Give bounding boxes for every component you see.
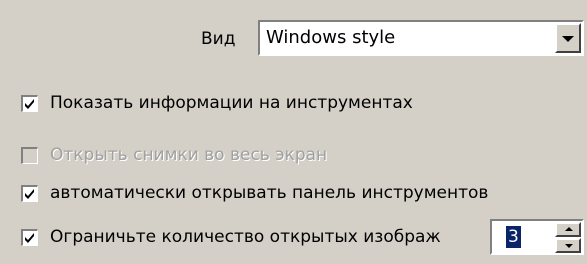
checkmark-icon [25, 98, 34, 109]
checkmark-icon [25, 188, 34, 199]
image-limit-value[interactable]: 3 [506, 226, 521, 248]
option-show-tool-info[interactable]: Показать информации на инструментах [21, 92, 413, 114]
checkmark-icon [25, 232, 34, 243]
arrow-up-icon [565, 227, 573, 231]
option-label: Ограничьте количество открытых изображ [50, 227, 441, 247]
checkbox-open-fullscreen [21, 146, 38, 164]
view-style-select[interactable]: Windows style [258, 20, 584, 56]
view-style-value: Windows style [266, 27, 396, 48]
option-label: Показать информации на инструментах [50, 93, 413, 113]
option-limit-open-images[interactable]: Ограничьте количество открытых изображ [21, 226, 441, 248]
view-label: Вид [201, 29, 236, 49]
spin-up-button[interactable] [555, 222, 581, 237]
image-limit-spinner[interactable]: 3 [490, 219, 584, 255]
option-label: автоматически открывать панель инструмен… [50, 183, 489, 203]
arrow-down-icon [565, 244, 573, 248]
checkbox-limit-open-images[interactable] [21, 228, 38, 246]
chevron-down-icon [562, 36, 574, 42]
checkbox-show-tool-info[interactable] [21, 94, 38, 112]
checkbox-auto-open-toolbar[interactable] [21, 184, 38, 202]
spin-down-button[interactable] [555, 238, 581, 253]
dropdown-button[interactable] [555, 23, 581, 53]
option-auto-open-toolbar[interactable]: автоматически открывать панель инструмен… [21, 182, 488, 204]
option-label: Открыть снимки во весь экран [50, 145, 328, 165]
option-open-fullscreen: Открыть снимки во весь экран [21, 144, 327, 166]
